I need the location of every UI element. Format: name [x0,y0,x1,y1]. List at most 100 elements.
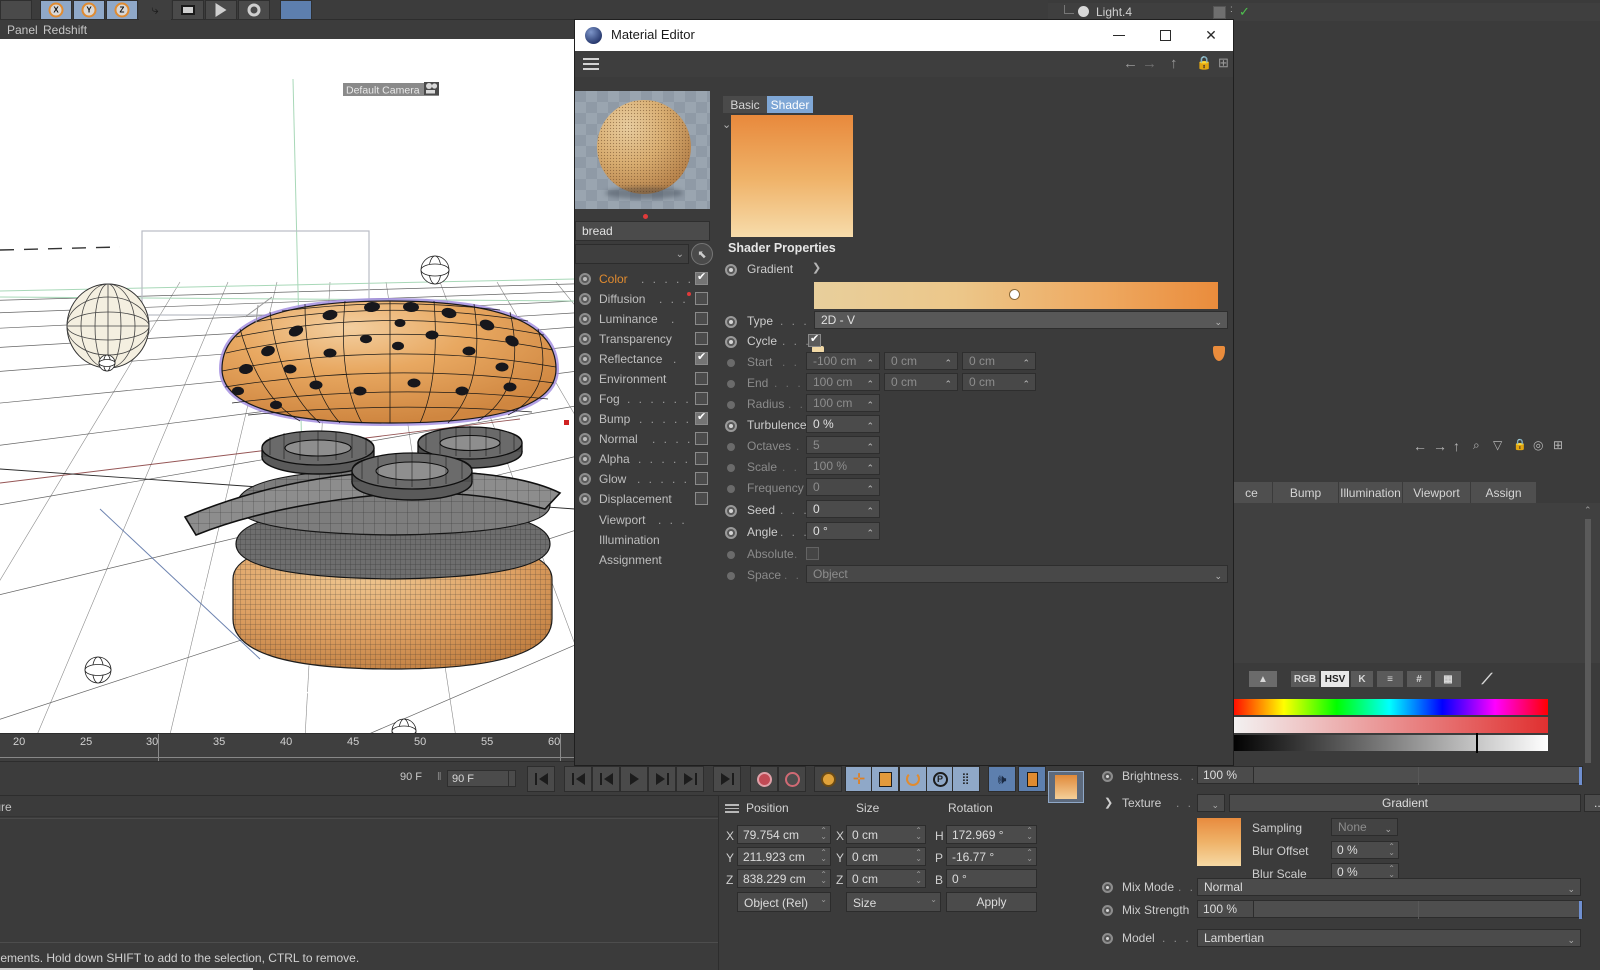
gradient-knob[interactable] [1009,289,1020,300]
add-panel-icon[interactable]: ⊞ [1553,438,1563,452]
channel-radio[interactable] [579,453,591,465]
channel-illumination[interactable]: Illumination [575,530,718,550]
channel-radio[interactable] [579,413,591,425]
mix-mode-select[interactable]: Normal ⌄ [1197,878,1581,896]
channel-radio[interactable] [579,273,591,285]
channel-radio[interactable] [579,433,591,445]
channel-displacement[interactable]: Displacement [575,489,718,509]
next-keyframe-button[interactable] [713,766,741,792]
apply-button[interactable]: Apply [946,892,1037,912]
channel-checkbox[interactable] [695,312,708,325]
toolbar-button-scale-axis[interactable]: Y [73,0,105,20]
channel-transparency[interactable]: Transparency [575,329,718,349]
texture-thumbnail-icon[interactable] [1048,771,1084,803]
mix-strength-radio[interactable] [1102,905,1113,916]
material-link-field[interactable]: ⌄ [575,244,689,264]
channel-checkbox[interactable] [695,332,708,345]
channel-reflectance[interactable]: Reflectance . [575,349,718,369]
property-radio[interactable] [725,505,737,517]
channel-alpha[interactable]: Alpha . . . . . . [575,449,718,469]
close-button[interactable]: ✕ [1188,20,1234,51]
channel-viewport[interactable]: Viewport . . . [575,510,718,530]
color-mode-rgb[interactable]: RGB [1291,671,1319,687]
color-mode-hex[interactable]: # [1407,671,1431,687]
sampling-select[interactable]: None ⌄ [1331,818,1398,836]
channel-radio[interactable] [579,393,591,405]
channel-checkbox[interactable] [695,372,708,385]
mix-mode-radio[interactable] [1102,882,1113,893]
channel-radio[interactable] [579,333,591,345]
color-mode-sliders-icon[interactable]: ≡ [1377,671,1403,687]
material-editor-titlebar[interactable]: Material Editor ✕ [575,20,1233,51]
rotation-b-input[interactable]: 0 ° [946,869,1037,888]
color-mode-hsv[interactable]: HSV [1321,671,1349,687]
keyframe-settings-button[interactable] [814,766,842,792]
back-arrow-icon[interactable]: ← [1413,438,1427,454]
cycle-checkbox[interactable] [808,332,821,347]
brightness-slider[interactable] [1253,766,1583,785]
toolbar-button-render[interactable] [205,0,237,20]
pick-material-button[interactable]: ⬉ [691,243,713,265]
channel-checkbox[interactable] [695,270,708,285]
texture-preview-swatch[interactable] [1197,818,1241,866]
pla-key-button[interactable]: ⣿ [952,766,980,792]
toolbar-button-arrow[interactable]: ⤷ [139,0,171,20]
channel-checkbox[interactable] [695,292,708,305]
hamburger-menu-icon[interactable] [583,58,599,70]
scrollbar-thumb[interactable] [1585,519,1591,769]
gradient-type-select[interactable]: 2D - V ⌄ [814,311,1228,329]
size-z-input[interactable]: 0 cm ⌃ ⌄ [846,869,926,888]
channel-glow[interactable]: Glow . . . . . [575,469,718,489]
play-button[interactable] [620,766,648,792]
position-x-input[interactable]: 79.754 cm ⌃ ⌄ [737,825,831,844]
channel-radio[interactable] [579,473,591,485]
maximize-button[interactable] [1142,20,1188,51]
toolbar-button-1[interactable] [0,0,32,20]
channel-checkbox[interactable] [695,392,708,405]
turbulence-input[interactable]: 0 % ⌃ [806,415,880,433]
texture-expand-icon[interactable]: ❯ [1104,796,1113,809]
seed-input[interactable]: 0 ⌃ [806,500,880,518]
filter-icon[interactable]: ▽ [1493,438,1502,452]
model-radio[interactable] [1102,933,1113,944]
channel-luminance[interactable]: Luminance . [575,309,718,329]
menu-redshift[interactable]: Redshift [43,23,87,37]
channel-checkbox[interactable] [695,350,708,365]
blur-offset-input[interactable]: 0 % ⌃ ⌄ [1331,841,1399,859]
gradient-expand-icon[interactable]: ❯ [812,261,821,274]
position-z-input[interactable]: 838.229 cm ⌃ ⌄ [737,869,831,888]
hue-slider[interactable] [1231,699,1548,715]
eyedropper-icon[interactable]: ⟋ [1475,671,1499,688]
tab-bump[interactable]: Bump [1273,482,1339,503]
property-radio[interactable] [725,420,737,432]
channel-radio[interactable] [579,353,591,365]
attribute-body[interactable] [1231,503,1600,663]
material-editor-window[interactable]: Material Editor ✕ ← → ↑ 🔒 ⊞ bread ⌄ ⬉ Co… [575,20,1233,765]
viewport-3d[interactable]: Default Camera [0,39,575,733]
rewind-start-button[interactable] [564,766,592,792]
material-name-input[interactable]: bread [575,221,710,241]
value-slider-cursor[interactable] [1476,733,1478,753]
color-mode-k[interactable]: K [1351,671,1373,687]
goto-start-button[interactable] [527,766,555,792]
timeline-end-marker[interactable] [560,734,561,762]
channel-diffusion[interactable]: Diffusion . . . . [575,289,718,309]
channel-bump[interactable]: Bump . . . . . . [575,409,718,429]
timeline-ruler[interactable]: 20 25 30 35 40 45 50 55 60 [0,733,575,762]
bottom-left-body[interactable] [0,818,718,941]
object-manager-row[interactable]: Light.4 : ✓ [1048,3,1600,21]
channel-radio[interactable] [579,293,591,305]
minimize-button[interactable] [1096,20,1142,51]
position-y-input[interactable]: 211.923 cm ⌃ ⌄ [737,847,831,866]
parameter-key-button[interactable]: P [926,766,954,792]
property-radio[interactable] [725,527,737,539]
timeline-mode-button[interactable] [1018,766,1046,792]
playhead[interactable] [158,734,159,762]
angle-input[interactable]: 0 ° ⌃ [806,522,880,540]
shader-color-swatch[interactable] [731,115,853,237]
step-back-button[interactable] [592,766,620,792]
channel-environment[interactable]: Environment [575,369,718,389]
channel-assignment[interactable]: Assignment [575,550,718,570]
channel-color[interactable]: Color . . . . . . [575,269,718,289]
sound-button[interactable]: 🕪 [988,766,1016,792]
